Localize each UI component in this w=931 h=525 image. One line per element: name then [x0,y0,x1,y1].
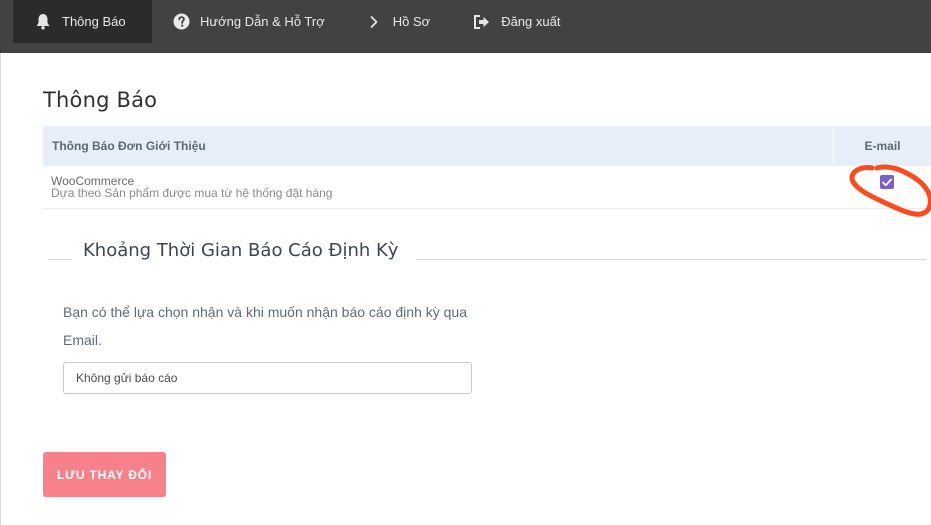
section-divider-right [416,259,926,260]
nav-item-logout[interactable]: Đăng xuất [448,0,578,43]
left-border [0,0,1,525]
save-changes-button[interactable]: LƯU THAY ĐỔI [43,452,166,497]
row-description: Dựa theo Sản phẩm được mua từ hệ thống đ… [51,186,333,200]
page-title: Thông Báo [43,88,158,112]
nav-item-profile[interactable]: Hồ Sơ [343,0,448,43]
notifications-table-header: Thông Báo Đơn Giới Thiệu E-mail [43,126,931,166]
checkmark-icon [882,178,892,186]
top-navigation: Thông Báo Hướng Dẫn & Hỗ Trợ Hồ Sơ Đăng … [0,0,931,43]
chevron-right-icon [365,13,383,31]
topbar-bottom-band [0,43,931,53]
column-header-referral-notifications: Thông Báo Đơn Giới Thiệu [43,126,834,166]
notifications-page: Thông Báo Hướng Dẫn & Hỗ Trợ Hồ Sơ Đăng … [0,0,931,525]
question-circle-icon [172,13,190,31]
nav-label-help-support: Hướng Dẫn & Hỗ Trợ [200,14,325,29]
section-divider-left [48,259,72,260]
nav-item-help-support[interactable]: Hướng Dẫn & Hỗ Trợ [152,0,343,43]
nav-item-notifications[interactable]: Thông Báo [14,0,152,43]
nav-label-notifications: Thông Báo [62,14,126,29]
section-title-report-period: Khoảng Thời Gian Báo Cáo Định Kỳ [83,240,399,261]
report-frequency-select[interactable]: Không gửi báo cáo [63,362,472,394]
sign-out-icon [473,13,491,31]
table-row: WooCommerce Dựa theo Sản phẩm được mua t… [43,166,931,209]
report-help-text: Bạn có thể lựa chọn nhận và khi muốn nhậ… [63,304,467,348]
email-checkbox[interactable] [880,175,894,189]
bell-icon [34,13,52,31]
column-header-email: E-mail [864,139,901,153]
nav-label-logout: Đăng xuất [501,14,561,29]
nav-label-profile: Hồ Sơ [392,14,431,29]
topbar-gutter [0,0,14,43]
